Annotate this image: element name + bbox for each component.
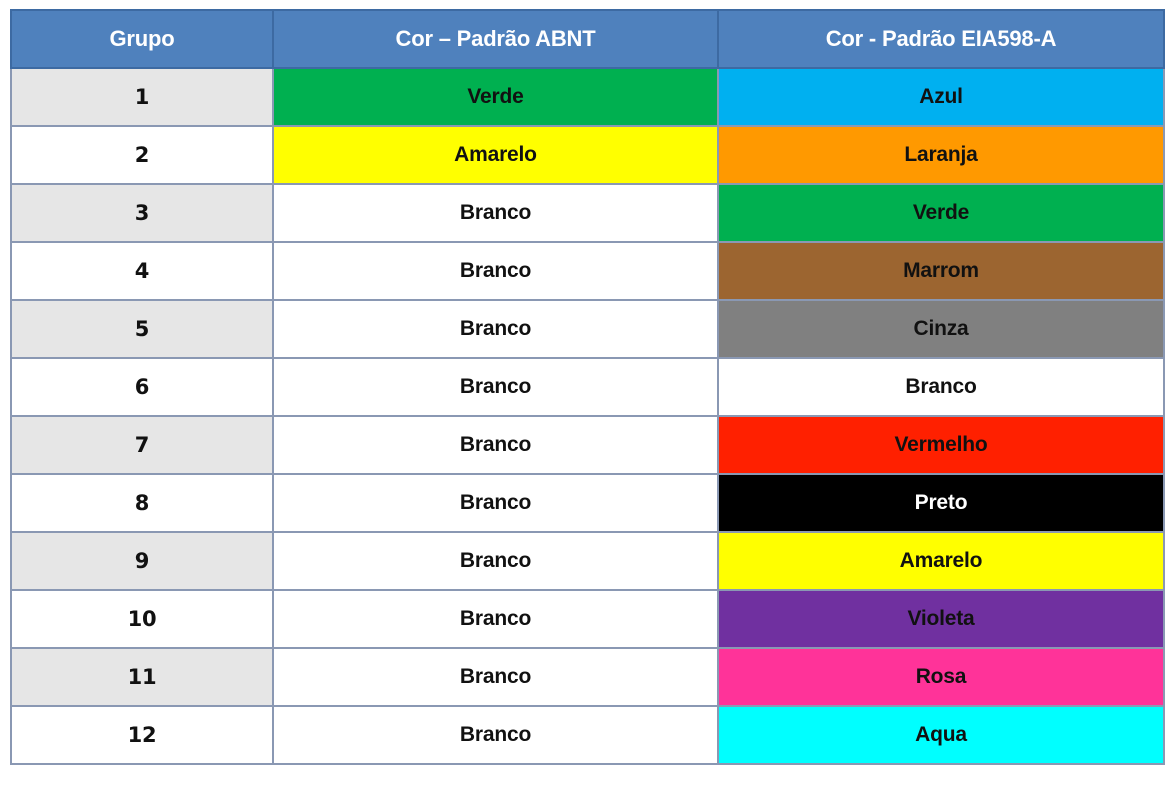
abnt-color-cell: Branco — [272, 357, 719, 417]
eia-color-cell: Laranja — [717, 125, 1165, 185]
header-grupo: Grupo — [10, 9, 274, 69]
table-row: 6 Branco Branco — [10, 357, 1165, 417]
abnt-color-cell: Amarelo — [272, 125, 719, 185]
header-eia: Cor - Padrão EIA598-A — [717, 9, 1165, 69]
table-header: Grupo Cor – Padrão ABNT Cor - Padrão EIA… — [10, 9, 1165, 69]
table-row: 5 Branco Cinza — [10, 299, 1165, 359]
grupo-cell: 2 — [10, 125, 274, 185]
grupo-cell: 4 — [10, 241, 274, 301]
eia-color-cell: Vermelho — [717, 415, 1165, 475]
table-row: 7 Branco Vermelho — [10, 415, 1165, 475]
grupo-cell: 5 — [10, 299, 274, 359]
table-row: 2 Amarelo Laranja — [10, 125, 1165, 185]
eia-color-cell: Marrom — [717, 241, 1165, 301]
header-abnt: Cor – Padrão ABNT — [272, 9, 719, 69]
eia-color-cell: Aqua — [717, 705, 1165, 765]
grupo-cell: 9 — [10, 531, 274, 591]
eia-color-cell: Azul — [717, 67, 1165, 127]
abnt-color-cell: Branco — [272, 647, 719, 707]
abnt-color-cell: Branco — [272, 183, 719, 243]
eia-color-cell: Amarelo — [717, 531, 1165, 591]
table-row: 3 Branco Verde — [10, 183, 1165, 243]
eia-color-cell: Verde — [717, 183, 1165, 243]
abnt-color-cell: Branco — [272, 589, 719, 649]
grupo-cell: 1 — [10, 67, 274, 127]
table-row: 1 Verde Azul — [10, 67, 1165, 127]
table-body: 1 Verde Azul 2 Amarelo Laranja 3 Branco Verde 4 Br… — [10, 67, 1165, 765]
abnt-color-cell: Branco — [272, 473, 719, 533]
grupo-cell: 12 — [10, 705, 274, 765]
grupo-cell: 8 — [10, 473, 274, 533]
abnt-color-cell: Branco — [272, 241, 719, 301]
eia-color-cell: Branco — [717, 357, 1165, 417]
eia-color-cell: Preto — [717, 473, 1165, 533]
grupo-cell: 10 — [10, 589, 274, 649]
abnt-color-cell: Branco — [272, 531, 719, 591]
table-row: 9 Branco Amarelo — [10, 531, 1165, 591]
abnt-color-cell: Branco — [272, 415, 719, 475]
table-row: 4 Branco Marrom — [10, 241, 1165, 301]
grupo-cell: 6 — [10, 357, 274, 417]
abnt-color-cell: Verde — [272, 67, 719, 127]
grupo-cell: 3 — [10, 183, 274, 243]
abnt-color-cell: Branco — [272, 705, 719, 765]
table-row: 12 Branco Aqua — [10, 705, 1165, 765]
table-row: 10 Branco Violeta — [10, 589, 1165, 649]
header-row: Grupo Cor – Padrão ABNT Cor - Padrão EIA… — [10, 9, 1165, 69]
eia-color-cell: Cinza — [717, 299, 1165, 359]
eia-color-cell: Violeta — [717, 589, 1165, 649]
table-row: 11 Branco Rosa — [10, 647, 1165, 707]
eia-color-cell: Rosa — [717, 647, 1165, 707]
grupo-cell: 11 — [10, 647, 274, 707]
abnt-color-cell: Branco — [272, 299, 719, 359]
grupo-cell: 7 — [10, 415, 274, 475]
fiber-color-table: Grupo Cor – Padrão ABNT Cor - Padrão EIA… — [10, 9, 1165, 765]
table-row: 8 Branco Preto — [10, 473, 1165, 533]
